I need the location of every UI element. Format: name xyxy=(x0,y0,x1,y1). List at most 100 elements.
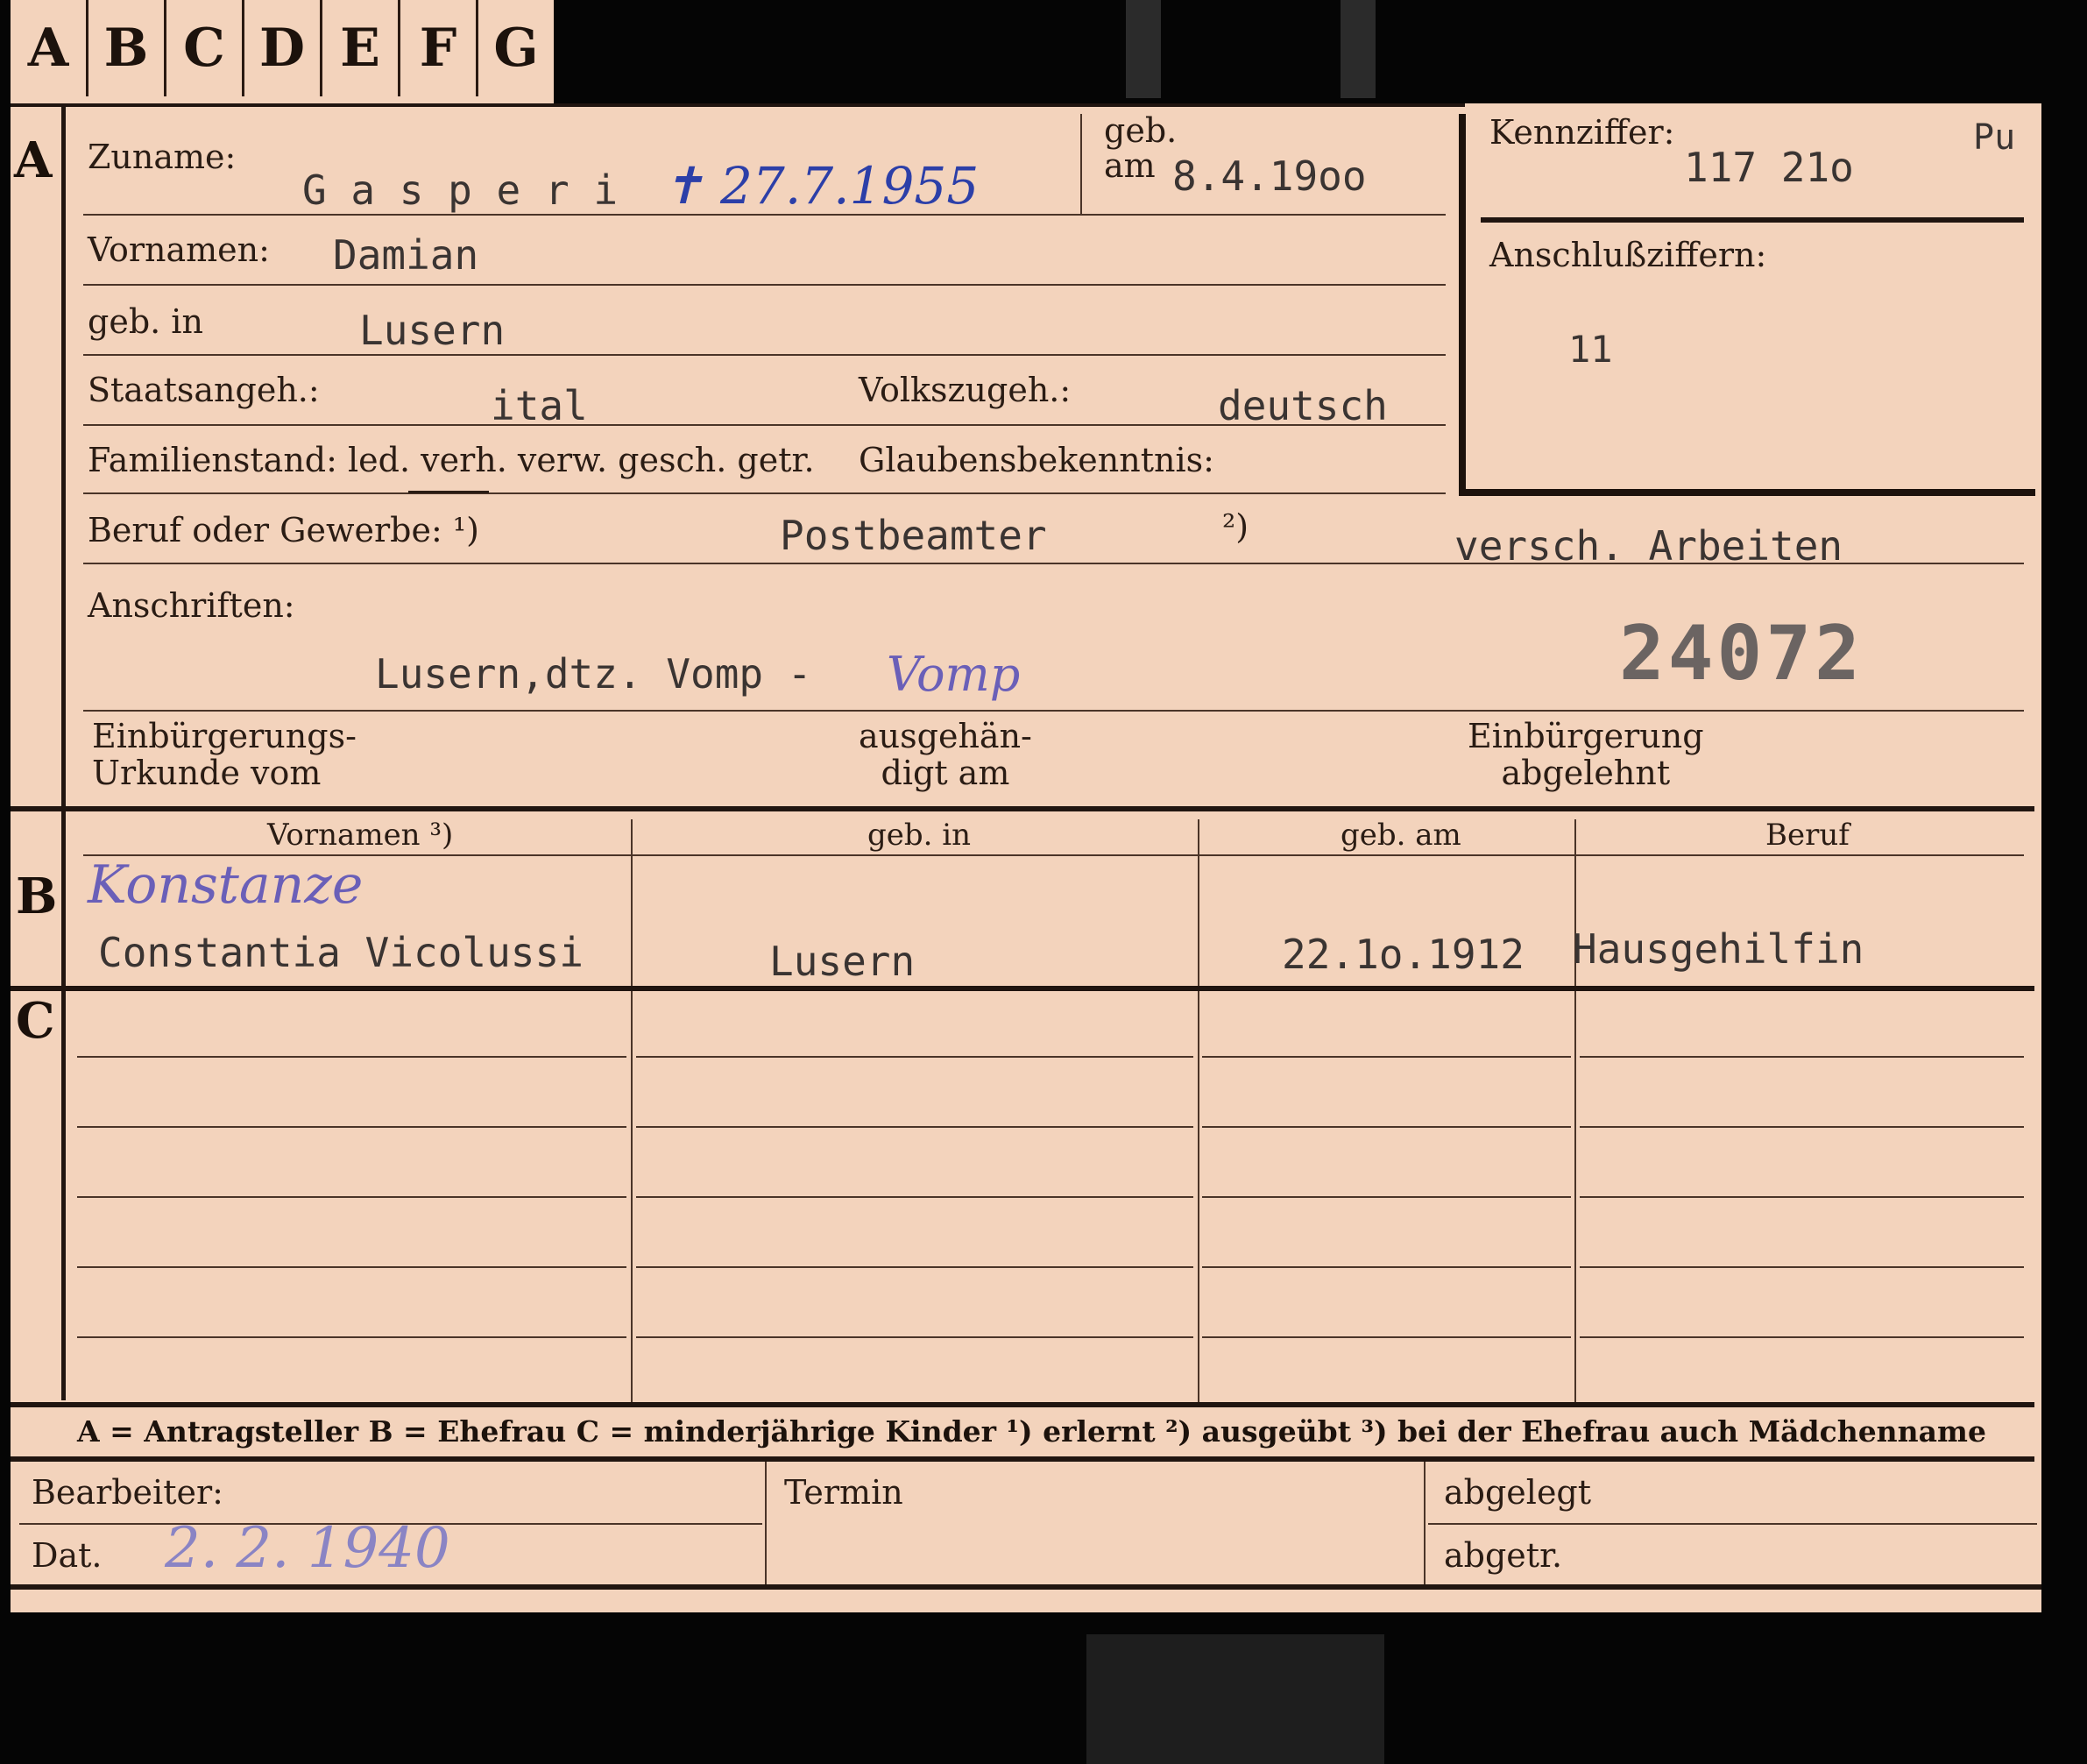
children-row-rule xyxy=(636,1336,1193,1338)
label-einbuergerung-abgelehnt: Einbürgerung abgelehnt xyxy=(1468,717,1704,792)
label-geb-in: geb. in xyxy=(88,302,203,341)
card-top-border xyxy=(11,103,1465,107)
label-zuname: Zuname: xyxy=(88,138,237,176)
death-note: ✝ 27.7.1955 xyxy=(661,156,980,216)
children-row-rule xyxy=(77,1196,626,1198)
section-a-marker: A xyxy=(14,131,53,189)
children-col-rule xyxy=(1198,991,1199,1402)
label-bearbeiter: Bearbeiter: xyxy=(32,1473,223,1512)
tab-g: G xyxy=(493,18,539,79)
label-glaubensbekenntnis: Glaubensbekenntnis: xyxy=(859,441,1214,479)
value-beruf-ausgeuebt: versch. Arbeiten xyxy=(1454,522,1843,570)
spouse-col-1 xyxy=(631,819,633,986)
verh-underline xyxy=(408,491,489,493)
children-row-rule xyxy=(1580,1336,2024,1338)
sec-ab-divider xyxy=(11,806,2034,811)
label-abgetr: abgetr. xyxy=(1444,1536,1563,1575)
spouse-hand-name: Konstanze xyxy=(88,854,364,916)
children-row-rule xyxy=(636,1266,1193,1268)
spouse-beruf: Hausgehilfin xyxy=(1573,925,1864,973)
label-vornamen: Vornamen: xyxy=(88,230,270,269)
label-ausgehaendigt: ausgehän- digt am xyxy=(859,717,1032,792)
children-row-rule xyxy=(1202,1056,1571,1058)
tab-f: F xyxy=(400,0,478,96)
value-vornamen: Damian xyxy=(333,231,479,279)
spouse-col-2 xyxy=(1198,819,1199,986)
children-row-rule xyxy=(1202,1126,1571,1128)
footer-col-1 xyxy=(765,1462,767,1584)
footer-rule-right xyxy=(1428,1523,2037,1525)
children-row-rule xyxy=(77,1056,626,1058)
children-col-rule xyxy=(1574,991,1576,1402)
value-anschrift: Lusern,dtz. Vomp - xyxy=(375,650,812,698)
value-geb-am: 8.4.19oo xyxy=(1172,152,1367,200)
value-volkszugeh: deutsch xyxy=(1218,382,1388,429)
label-dat: Dat. xyxy=(32,1536,103,1575)
value-anschrift-hand: Vomp xyxy=(887,647,1021,702)
children-row-rule xyxy=(77,1126,626,1128)
label-volkszugeh: Volkszugeh.: xyxy=(859,371,1072,409)
spouse-header-geb-am: geb. am xyxy=(1341,818,1461,853)
sec-bc-divider xyxy=(11,986,2034,991)
index-tabs: A B C D E F G xyxy=(11,0,554,103)
spouse-header-beruf: Beruf xyxy=(1765,818,1850,853)
stamp-number: 24072 xyxy=(1619,610,1864,698)
spouse-geb-am: 22.1o.1912 xyxy=(1282,931,1525,978)
value-beruf-erlernt: Postbeamter xyxy=(780,512,1047,559)
clip-bottom xyxy=(1086,1634,1384,1764)
spouse-header-vornamen: Vornamen ³) xyxy=(267,818,454,853)
kennziffer-divider xyxy=(1481,217,2024,223)
spouse-geb-in: Lusern xyxy=(769,938,916,985)
tab-e: E xyxy=(322,0,400,96)
rule-familie xyxy=(83,492,1446,494)
rule-gebin xyxy=(83,354,1446,356)
children-row-rule xyxy=(636,1126,1193,1128)
label-abgelegt: abgelegt xyxy=(1444,1473,1592,1512)
children-row-rule xyxy=(1202,1196,1571,1198)
section-c-marker: C xyxy=(16,992,55,1050)
tab-d: D xyxy=(244,0,322,96)
spouse-header-geb-in: geb. in xyxy=(867,818,972,853)
value-anschlussziffern: 11 xyxy=(1568,328,1613,371)
legend-bottom xyxy=(11,1456,2034,1462)
rule-geb-sep xyxy=(1080,114,1082,214)
label-einbuergerungs-urkunde: Einbürgerungs- Urkunde vom xyxy=(92,717,357,792)
children-row-rule xyxy=(1202,1336,1571,1338)
footer-col-2 xyxy=(1424,1462,1426,1584)
children-row-rule xyxy=(77,1336,626,1338)
rule-vornamen xyxy=(83,284,1446,286)
tab-a: A xyxy=(11,0,88,96)
children-col-rule xyxy=(631,991,633,1402)
value-kennziffer-suffix: Pu xyxy=(1973,117,2016,158)
label-kennziffer: Kennziffer: xyxy=(1489,113,1675,152)
card-bottom xyxy=(11,1584,2041,1590)
children-row-rule xyxy=(1580,1126,2024,1128)
label-familienstand: Familienstand: led. verh. verw. gesch. g… xyxy=(88,441,815,479)
label-geb-am: geb. am xyxy=(1104,111,1178,185)
children-row-rule xyxy=(1580,1056,2024,1058)
label-anschlussziffern: Anschlußziffern: xyxy=(1489,236,1767,274)
section-bar-left xyxy=(61,103,66,1400)
children-row-rule xyxy=(1580,1266,2024,1268)
legend-text: A = Antragsteller B = Ehefrau C = minder… xyxy=(77,1414,1986,1449)
tab-c: C xyxy=(166,0,244,96)
label-staatsangeh: Staatsangeh.: xyxy=(88,371,320,409)
label-beruf: Beruf oder Gewerbe: ¹) xyxy=(88,511,479,549)
children-row-rule xyxy=(77,1266,626,1268)
value-kennziffer: 117 21o xyxy=(1684,144,1854,191)
spouse-name: Constantia Vicolussi xyxy=(98,929,584,976)
children-row-rule xyxy=(1202,1266,1571,1268)
value-staatsangeh: ital xyxy=(491,382,588,429)
clip-top xyxy=(1126,0,1161,98)
label-anschriften: Anschriften: xyxy=(88,586,295,625)
value-dat: 2. 2. 1940 xyxy=(165,1516,450,1581)
children-row-rule xyxy=(1580,1196,2024,1198)
value-geb-in: Lusern xyxy=(359,307,506,354)
rule-spouse-header xyxy=(83,854,2024,856)
rule-anschrift xyxy=(83,710,2024,712)
label-beruf-ausgeuebt: ²) xyxy=(1222,507,1249,546)
label-termin: Termin xyxy=(784,1473,903,1512)
children-row-rule xyxy=(636,1056,1193,1058)
tab-b: B xyxy=(88,0,166,96)
value-zuname: G a s p e r i xyxy=(302,166,619,214)
